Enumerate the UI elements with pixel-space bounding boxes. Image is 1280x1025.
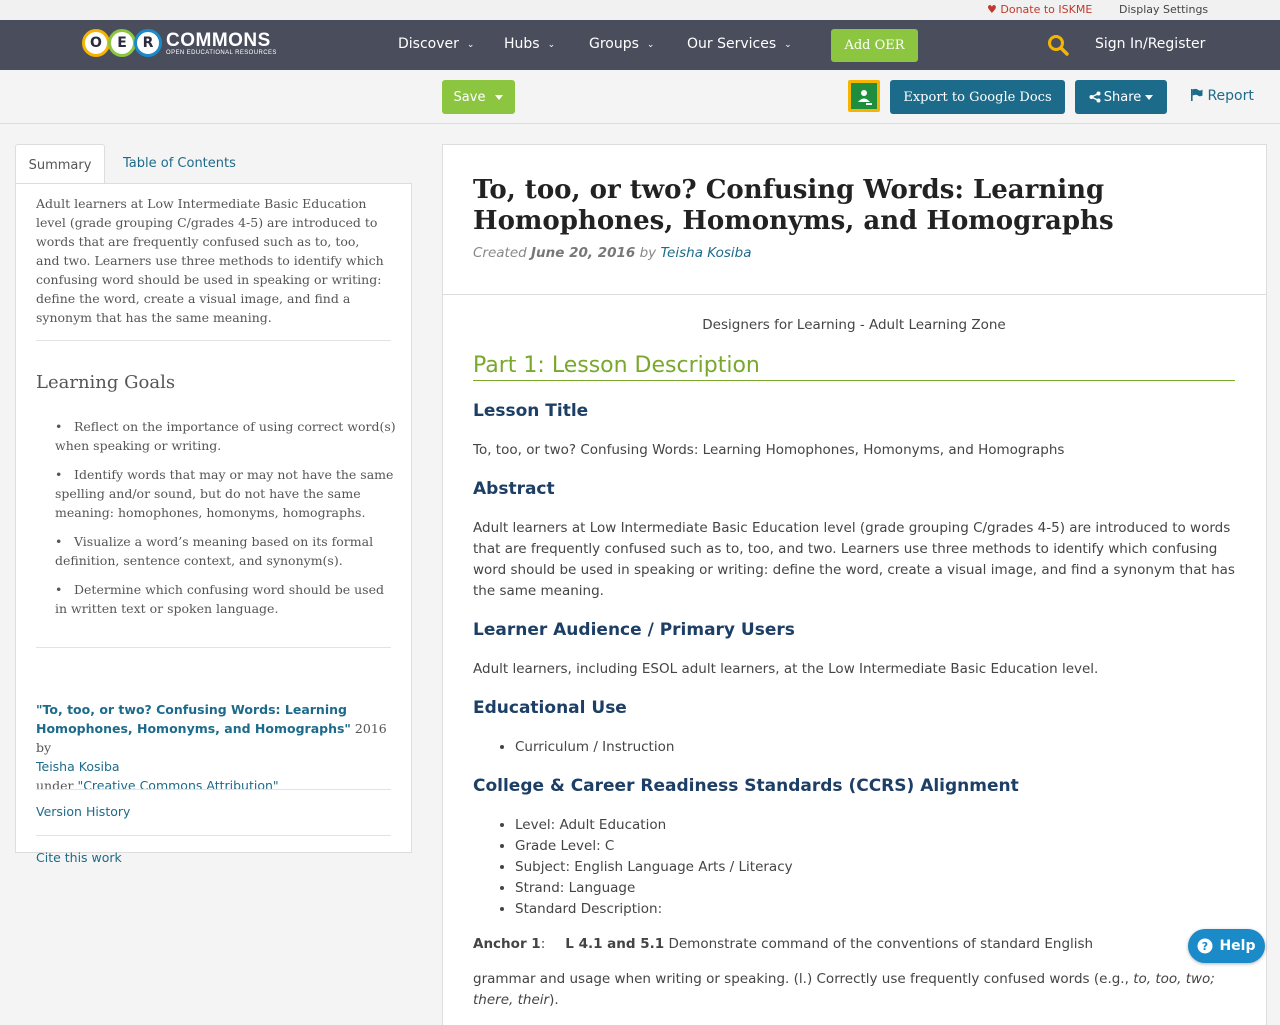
logo-brand: COMMONS: [166, 29, 271, 51]
resource-toolbar: Save Export to Google Docs Share Report: [0, 70, 1280, 124]
utility-bar: ♥ Donate to ISKME Display Settings: [0, 0, 1280, 20]
logo-letter-o: O: [82, 29, 110, 57]
report-link[interactable]: Report: [1190, 88, 1254, 104]
page-title: To, too, or two? Confusing Words: Learni…: [473, 175, 1114, 236]
list-item: Level: Adult Education: [515, 815, 1235, 836]
share-button[interactable]: Share: [1075, 80, 1167, 114]
list-item: Strand: Language: [515, 878, 1235, 899]
list-item: Identify words that may or may not have …: [36, 465, 396, 522]
chevron-down-icon: ⌄: [784, 40, 792, 50]
learning-goals-list: Reflect on the importance of using corre…: [36, 417, 396, 628]
logo-letter-r: R: [134, 29, 162, 57]
lesson-title-text: To, too, or two? Confusing Words: Learni…: [473, 442, 1065, 458]
resource-sidebar: Summary Table of Contents Adult learners…: [15, 144, 412, 865]
grammar-text: grammar and usage when writing or speaki…: [473, 971, 1215, 1008]
license-link[interactable]: "Creative Commons Attribution": [77, 778, 278, 793]
resource-main-content: To, too, or two? Confusing Words: Learni…: [442, 144, 1267, 1025]
divider: [36, 647, 391, 648]
sign-in-register-link[interactable]: Sign In/Register: [1095, 36, 1205, 52]
heart-icon: ♥: [987, 3, 997, 16]
list-item: Determine which confusing word should be…: [36, 580, 396, 618]
part1-heading: Part 1: Lesson Description: [473, 353, 1235, 381]
educational-use-list: Curriculum / Instruction: [473, 737, 1235, 758]
attribution-author-link[interactable]: Teisha Kosiba: [36, 759, 120, 774]
lesson-title-heading: Lesson Title: [473, 401, 589, 421]
list-item: Visualize a word’s meaning based on its …: [36, 532, 396, 570]
learning-goals-heading: Learning Goals: [36, 372, 176, 393]
audience-heading: Learner Audience / Primary Users: [473, 620, 795, 640]
tab-table-of-contents[interactable]: Table of Contents: [123, 156, 236, 171]
attribution: "To, too, or two? Confusing Words: Learn…: [36, 702, 387, 793]
list-item: Curriculum / Instruction: [515, 737, 1235, 758]
divider: [36, 340, 391, 341]
display-settings-link[interactable]: Display Settings: [1119, 3, 1208, 16]
summary-text: Adult learners at Low Intermediate Basic…: [36, 196, 384, 325]
help-button[interactable]: ? Help: [1188, 929, 1265, 963]
ccrs-list: Level: Adult Education Grade Level: C Su…: [473, 815, 1235, 920]
abstract-text: Adult learners at Low Intermediate Basic…: [473, 520, 1235, 599]
anchor-code: L 4.1 and 5.1: [565, 936, 665, 952]
nav-groups[interactable]: Groups ⌄: [589, 36, 654, 52]
list-item: Grade Level: C: [515, 836, 1235, 857]
chevron-down-icon: ⌄: [547, 40, 556, 50]
created-info: Created June 20, 2016 by Teisha Kosiba: [473, 245, 752, 261]
export-google-docs-button[interactable]: Export to Google Docs: [890, 80, 1065, 114]
tab-summary[interactable]: Summary: [15, 144, 105, 185]
donate-link[interactable]: ♥ Donate to ISKME: [987, 3, 1092, 16]
caret-down-icon: [1145, 94, 1154, 100]
chevron-down-icon: ⌄: [646, 40, 655, 50]
logo-tagline: OPEN EDUCATIONAL RESOURCES: [166, 49, 277, 56]
attribution-title-link[interactable]: "To, too, or two? Confusing Words: Learn…: [36, 702, 351, 736]
svg-text:?: ?: [1202, 940, 1208, 953]
version-history-link[interactable]: Version History: [36, 804, 130, 819]
anchor-standard: Anchor 1: L 4.1 and 5.1 Demonstrate comma…: [473, 936, 1094, 952]
search-icon[interactable]: [1047, 34, 1069, 56]
save-button[interactable]: Save: [442, 80, 515, 114]
ccrs-heading: College & Career Readiness Standards (CC…: [473, 776, 1019, 796]
cite-work-link[interactable]: Cite this work: [36, 850, 122, 865]
author-link[interactable]: Teisha Kosiba: [660, 245, 751, 261]
google-classroom-icon[interactable]: [848, 80, 880, 112]
designer-credit: Designers for Learning - Adult Learning …: [702, 317, 1006, 333]
share-icon: [1089, 91, 1101, 103]
nav-discover[interactable]: Discover ⌄: [398, 36, 474, 52]
main-navigation: O E R COMMONS OPEN EDUCATIONAL RESOURCES…: [0, 20, 1280, 70]
flag-icon: [1191, 88, 1203, 101]
divider: [36, 835, 391, 836]
nav-hubs[interactable]: Hubs ⌄: [504, 36, 555, 52]
chevron-down-icon: ⌄: [466, 40, 475, 50]
nav-our-services[interactable]: Our Services ⌄: [687, 36, 792, 52]
abstract-heading: Abstract: [473, 479, 555, 499]
divider: [36, 789, 391, 790]
list-item: Subject: English Language Arts / Literac…: [515, 857, 1235, 878]
caret-down-icon: [495, 94, 504, 100]
list-item: Reflect on the importance of using corre…: [36, 417, 396, 455]
question-circle-icon: ?: [1197, 938, 1213, 954]
audience-text: Adult learners, including ESOL adult lea…: [473, 661, 1099, 677]
list-item: Standard Description:: [515, 899, 1235, 920]
resource-header: To, too, or two? Confusing Words: Learni…: [443, 145, 1266, 295]
logo-wordmark: COMMONS OPEN EDUCATIONAL RESOURCES: [166, 31, 277, 56]
sidebar-tabs: Summary Table of Contents: [15, 144, 412, 185]
oer-commons-logo[interactable]: O E R COMMONS OPEN EDUCATIONAL RESOURCES: [82, 25, 277, 61]
logo-letter-e: E: [108, 29, 136, 57]
created-date: June 20, 2016: [531, 245, 636, 261]
educational-use-heading: Educational Use: [473, 698, 627, 718]
summary-panel: Adult learners at Low Intermediate Basic…: [15, 183, 412, 865]
add-oer-button[interactable]: Add OER: [831, 29, 918, 62]
